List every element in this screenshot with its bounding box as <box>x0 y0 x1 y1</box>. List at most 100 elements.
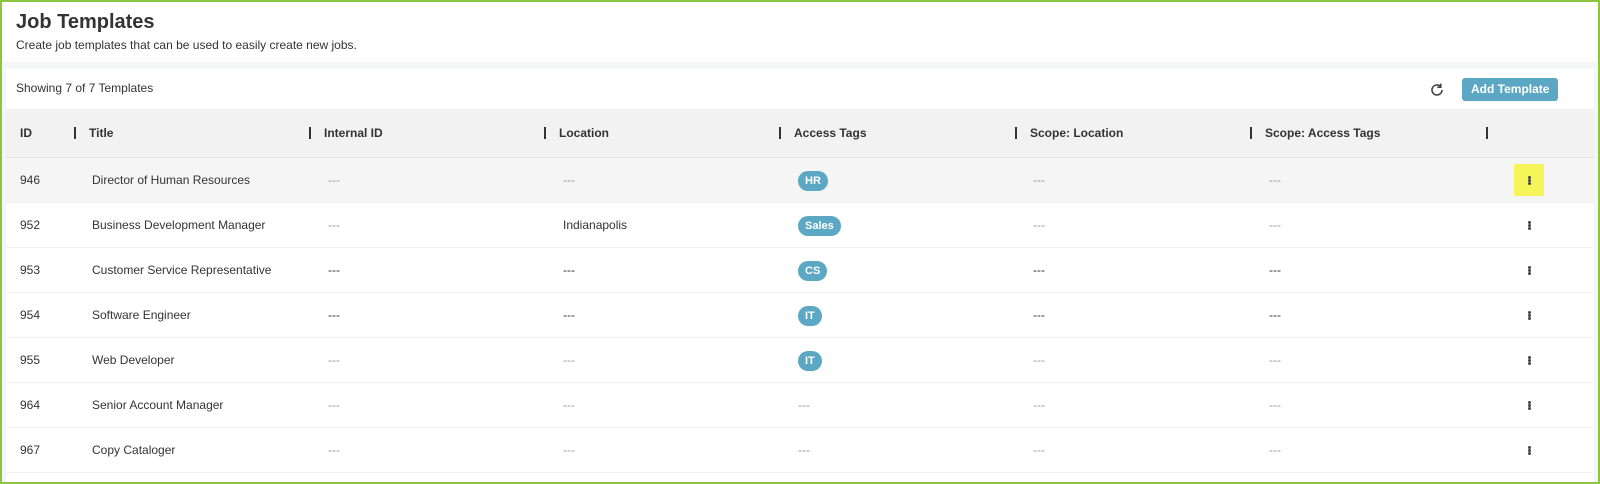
table-row[interactable]: 954 Software Engineer --- --- IT --- --- <box>6 293 1594 338</box>
cell-internal-id: --- <box>328 443 340 457</box>
cell-internal-id: --- <box>328 353 340 367</box>
column-resize-handle[interactable] <box>1250 127 1252 139</box>
table-row[interactable]: 955 Web Developer --- --- IT --- --- <box>6 338 1594 383</box>
cell-title[interactable]: Web Developer <box>92 338 175 382</box>
kebab-menu-icon <box>1527 445 1531 455</box>
kebab-menu-icon <box>1527 400 1531 410</box>
column-resize-handle[interactable] <box>544 127 546 139</box>
access-tag-badge: HR <box>798 170 828 191</box>
row-actions-button[interactable] <box>1514 344 1544 376</box>
app-frame: Job Templates Create job templates that … <box>0 0 1600 484</box>
table-row[interactable]: 967 Copy Cataloger --- --- --- --- --- <box>6 428 1594 473</box>
row-actions-button[interactable] <box>1514 209 1544 241</box>
cell-internal-id: --- <box>328 308 340 322</box>
cell-scope-access-tags: --- <box>1269 353 1281 367</box>
cell-scope-access-tags: --- <box>1269 398 1281 412</box>
row-actions-button[interactable] <box>1514 389 1544 421</box>
kebab-menu-icon <box>1527 355 1531 365</box>
column-resize-handle[interactable] <box>74 127 76 139</box>
toolbar: Showing 7 of 7 Templates Add Template <box>6 69 1594 109</box>
cell-internal-id: --- <box>328 263 340 277</box>
kebab-menu-icon <box>1527 265 1531 275</box>
refresh-icon <box>1431 83 1443 96</box>
cell-location: --- <box>563 308 575 322</box>
column-resize-handle[interactable] <box>1015 127 1017 139</box>
cell-internal-id: --- <box>328 398 340 412</box>
cell-scope-location: --- <box>1033 173 1045 187</box>
cell-id: 946 <box>20 173 41 187</box>
templates-panel: Showing 7 of 7 Templates Add Template ID… <box>6 69 1594 482</box>
table-row[interactable]: 952 Business Development Manager --- Ind… <box>6 203 1594 248</box>
results-count: Showing 7 of 7 Templates <box>16 81 154 95</box>
cell-location: --- <box>563 263 575 277</box>
column-resize-handle[interactable] <box>779 127 781 139</box>
add-template-button[interactable]: Add Template <box>1462 78 1559 101</box>
cell-title[interactable]: Director of Human Resources <box>92 158 250 202</box>
row-actions-button[interactable] <box>1514 299 1544 331</box>
cell-location: --- <box>563 353 575 367</box>
column-header-internal-id[interactable]: Internal ID <box>324 109 383 157</box>
page-header: Job Templates Create job templates that … <box>2 2 1598 62</box>
cell-access-tags: IT <box>798 338 822 382</box>
column-header-access-tags[interactable]: Access Tags <box>794 109 867 157</box>
cell-access-tags: CS <box>798 248 828 292</box>
row-actions-button[interactable] <box>1514 434 1544 466</box>
access-tag-badge: IT <box>798 305 822 326</box>
column-header-scope-access-tags[interactable]: Scope: Access Tags <box>1265 109 1380 157</box>
cell-title[interactable]: Copy Cataloger <box>92 428 175 472</box>
access-tag-badge: Sales <box>798 215 841 236</box>
cell-scope-access-tags: --- <box>1269 173 1281 187</box>
page-subtitle: Create job templates that can be used to… <box>16 38 357 52</box>
table-row[interactable]: 964 Senior Account Manager --- --- --- -… <box>6 383 1594 428</box>
cell-id: 964 <box>20 398 41 412</box>
table-row[interactable]: 946 Director of Human Resources --- --- … <box>6 158 1594 203</box>
column-header-scope-location[interactable]: Scope: Location <box>1030 109 1123 157</box>
access-tag-badge: IT <box>798 350 822 371</box>
cell-scope-access-tags: --- <box>1269 308 1281 322</box>
cell-scope-location: --- <box>1033 308 1045 322</box>
cell-scope-location: --- <box>1033 353 1045 367</box>
cell-access-tags: Sales <box>798 203 841 247</box>
cell-id: 967 <box>20 443 41 457</box>
cell-id: 954 <box>20 308 41 322</box>
cell-scope-access-tags: --- <box>1269 218 1281 232</box>
cell-id: 953 <box>20 263 41 277</box>
cell-access-tags: HR <box>798 158 828 202</box>
cell-title[interactable]: Senior Account Manager <box>92 383 223 427</box>
cell-title[interactable]: Business Development Manager <box>92 203 265 247</box>
column-header-title[interactable]: Title <box>89 109 113 157</box>
cell-id: 952 <box>20 218 41 232</box>
cell-access-tags: --- <box>798 443 810 457</box>
cell-scope-access-tags: --- <box>1269 263 1281 277</box>
column-header-location[interactable]: Location <box>559 109 609 157</box>
templates-table: ID Title Internal ID Location Access Tag… <box>6 109 1594 473</box>
cell-location: Indianapolis <box>563 218 628 232</box>
column-header-id[interactable]: ID <box>20 109 32 157</box>
cell-scope-access-tags: --- <box>1269 443 1281 457</box>
column-resize-handle[interactable] <box>1486 127 1488 139</box>
kebab-menu-icon <box>1527 175 1531 185</box>
kebab-menu-icon <box>1527 310 1531 320</box>
cell-scope-location: --- <box>1033 218 1045 232</box>
table-row[interactable]: 953 Customer Service Representative --- … <box>6 248 1594 293</box>
cell-scope-location: --- <box>1033 398 1045 412</box>
cell-internal-id: --- <box>328 173 340 187</box>
row-actions-button[interactable] <box>1514 254 1544 286</box>
cell-scope-location: --- <box>1033 263 1045 277</box>
kebab-menu-icon <box>1527 220 1531 230</box>
column-resize-handle[interactable] <box>309 127 311 139</box>
cell-location: --- <box>563 398 575 412</box>
cell-title[interactable]: Software Engineer <box>92 293 191 337</box>
cell-access-tags: IT <box>798 293 822 337</box>
table-header: ID Title Internal ID Location Access Tag… <box>6 109 1594 158</box>
cell-title[interactable]: Customer Service Representative <box>92 248 271 292</box>
page-title: Job Templates <box>16 11 155 33</box>
cell-access-tags: --- <box>798 398 810 412</box>
access-tag-badge: CS <box>798 260 828 281</box>
row-actions-button[interactable] <box>1514 164 1544 196</box>
cell-location: --- <box>563 173 575 187</box>
cell-location: --- <box>563 443 575 457</box>
cell-internal-id: --- <box>328 218 340 232</box>
cell-id: 955 <box>20 353 41 367</box>
refresh-button[interactable] <box>1426 79 1448 101</box>
